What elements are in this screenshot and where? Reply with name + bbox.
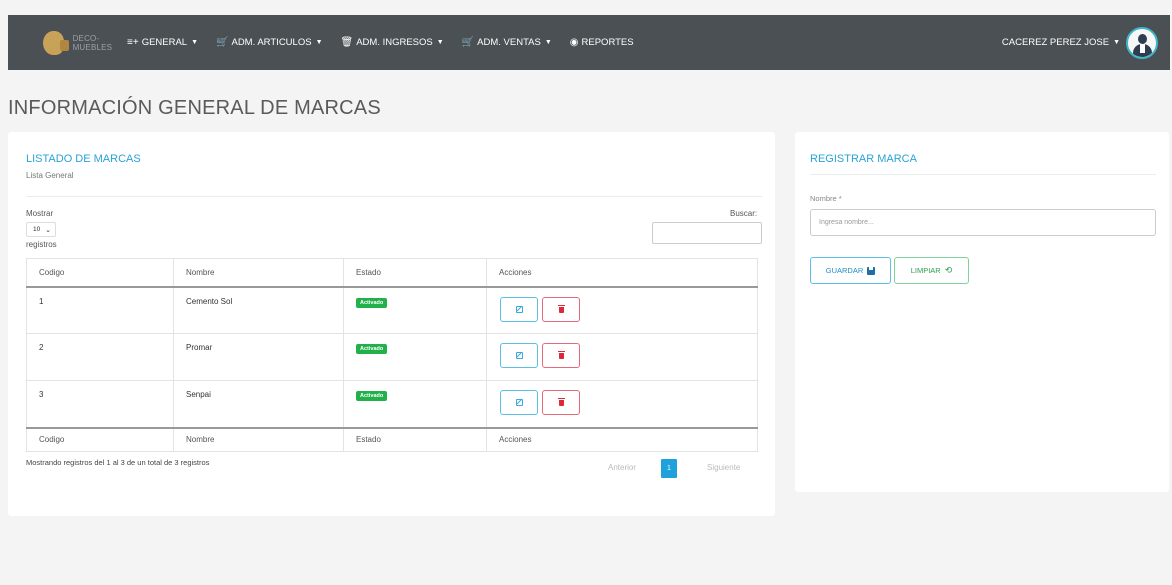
trash-icon [558, 351, 566, 359]
cell-code: 2 [26, 333, 174, 381]
edit-icon [516, 352, 523, 359]
save-button[interactable]: GUARDAR [810, 257, 891, 284]
caret-down-icon: ▼ [544, 39, 552, 46]
cell-actions [486, 286, 758, 334]
cell-code: 1 [26, 286, 174, 334]
caret-down-icon: ▼ [436, 39, 444, 46]
page-size-select[interactable]: 10 ⌄ [26, 222, 56, 237]
plus-list-icon: ≡+ [127, 37, 139, 48]
divider [810, 174, 1156, 175]
column-header-status[interactable]: Estado [343, 258, 487, 288]
name-input[interactable]: Ingresa nombre... [810, 209, 1156, 236]
nav-item-general[interactable]: ≡+ GENERAL ▼ [127, 37, 198, 48]
list-card-title: LISTADO DE MARCAS [26, 153, 141, 165]
nav-label: REPORTES [581, 37, 634, 48]
column-header-name[interactable]: Nombre [173, 258, 344, 288]
records-label: registros [26, 240, 57, 249]
pagination-next[interactable]: Siguiente [707, 463, 740, 472]
brand-list-card: LISTADO DE MARCAS Lista General Mostrar … [8, 132, 775, 516]
cart-icon: 🛒 [461, 37, 475, 48]
user-menu[interactable]: CACEREZ PEREZ JOSE ▼ [1001, 26, 1158, 59]
column-footer-code: Codigo [26, 426, 174, 452]
list-card-subtitle: Lista General [26, 171, 74, 180]
edit-button[interactable] [500, 390, 538, 415]
top-navbar: DECO- MUEBLES ≡+ GENERAL ▼ 🛒 ADM. ARTICU… [8, 15, 1170, 70]
cell-code: 3 [26, 380, 174, 428]
brand[interactable]: DECO- MUEBLES [43, 30, 127, 55]
table-info: Mostrando registros del 1 al 3 de un tot… [26, 458, 210, 467]
user-name: CACEREZ PEREZ JOSE [1001, 37, 1110, 48]
pagination-page-1[interactable]: 1 [661, 459, 677, 478]
cell-name: Cemento Sol [173, 286, 344, 334]
status-badge: Activado [356, 297, 388, 308]
save-label: GUARDAR [825, 266, 864, 275]
nav-item-reportes[interactable]: ◉ REPORTES [570, 37, 634, 48]
edit-button[interactable] [500, 296, 538, 322]
nav-item-adm-ventas[interactable]: 🛒 ADM. VENTAS ▼ [462, 37, 552, 48]
cell-actions [486, 380, 758, 428]
edit-icon [516, 305, 523, 313]
brand-name: DECO- MUEBLES [72, 33, 113, 52]
column-footer-actions: Acciones [486, 426, 758, 452]
eye-icon: ◉ [569, 37, 579, 48]
divider [26, 196, 762, 197]
caret-down-icon: ▼ [1113, 39, 1120, 46]
cell-status: Activado [343, 380, 487, 428]
avatar[interactable] [1126, 26, 1158, 59]
cell-name: Senpai [173, 380, 344, 428]
column-footer-name: Nombre [173, 426, 344, 452]
column-header-actions[interactable]: Acciones [486, 258, 758, 288]
column-footer-status: Estado [343, 426, 487, 452]
status-badge: Activado [356, 391, 388, 401]
nav-item-adm-ingresos[interactable]: 🗑 ADM. INGRESOS ▼ [341, 37, 444, 48]
avatar-collar [1140, 43, 1145, 53]
caret-down-icon: ▼ [191, 39, 199, 46]
nav-label: GENERAL [141, 37, 188, 48]
trash-icon [558, 304, 566, 313]
page-size-value: 10 [33, 226, 41, 233]
trash-icon [558, 398, 566, 406]
nav-item-adm-articulos[interactable]: 🛒 ADM. ARTICULOS ▼ [216, 37, 322, 48]
clear-button[interactable]: LIMPIAR ⟲ [894, 257, 969, 284]
chevron-down-icon: ⌄ [45, 226, 51, 234]
basket-icon: 🗑 [340, 37, 354, 48]
pagination-prev[interactable]: Anterior [608, 463, 636, 472]
table-row: 3 Senpai Activado [26, 380, 758, 428]
name-label: Nombre * [810, 194, 842, 203]
register-brand-card: REGISTRAR MARCA Nombre * Ingresa nombre.… [795, 132, 1169, 492]
form-card-title: REGISTRAR MARCA [810, 153, 917, 165]
cell-status: Activado [343, 286, 487, 334]
brands-table: Codigo Nombre Estado Acciones 1 Cemento … [26, 258, 758, 452]
nav-label: ADM. ARTICULOS [231, 37, 312, 48]
search-label: Buscar: [730, 209, 758, 218]
edit-icon [516, 399, 523, 406]
clear-label: LIMPIAR [910, 266, 941, 275]
status-badge: Activado [356, 344, 388, 354]
cart-icon: 🛒 [216, 37, 229, 48]
nav-label: ADM. INGRESOS [356, 37, 433, 48]
column-header-code[interactable]: Codigo [26, 258, 174, 288]
avatar-head [1138, 33, 1147, 44]
floppy-icon [867, 266, 876, 275]
table-row: 2 Promar Activado [26, 333, 758, 381]
delete-button[interactable] [542, 343, 581, 368]
show-label: Mostrar [26, 209, 54, 218]
delete-button[interactable] [542, 390, 581, 415]
caret-down-icon: ▼ [315, 39, 323, 46]
brand-logo-icon [43, 30, 69, 55]
refresh-icon: ⟲ [944, 265, 953, 275]
table-row: 1 Cemento Sol Activado [26, 286, 758, 334]
cell-actions [486, 333, 758, 381]
search-input[interactable] [652, 222, 762, 244]
cell-name: Promar [173, 333, 344, 381]
delete-button[interactable] [542, 296, 581, 322]
page-title: INFORMACIÓN GENERAL DE MARCAS [8, 97, 381, 119]
cell-status: Activado [343, 333, 487, 381]
edit-button[interactable] [500, 343, 538, 368]
nav-label: ADM. VENTAS [477, 37, 541, 48]
